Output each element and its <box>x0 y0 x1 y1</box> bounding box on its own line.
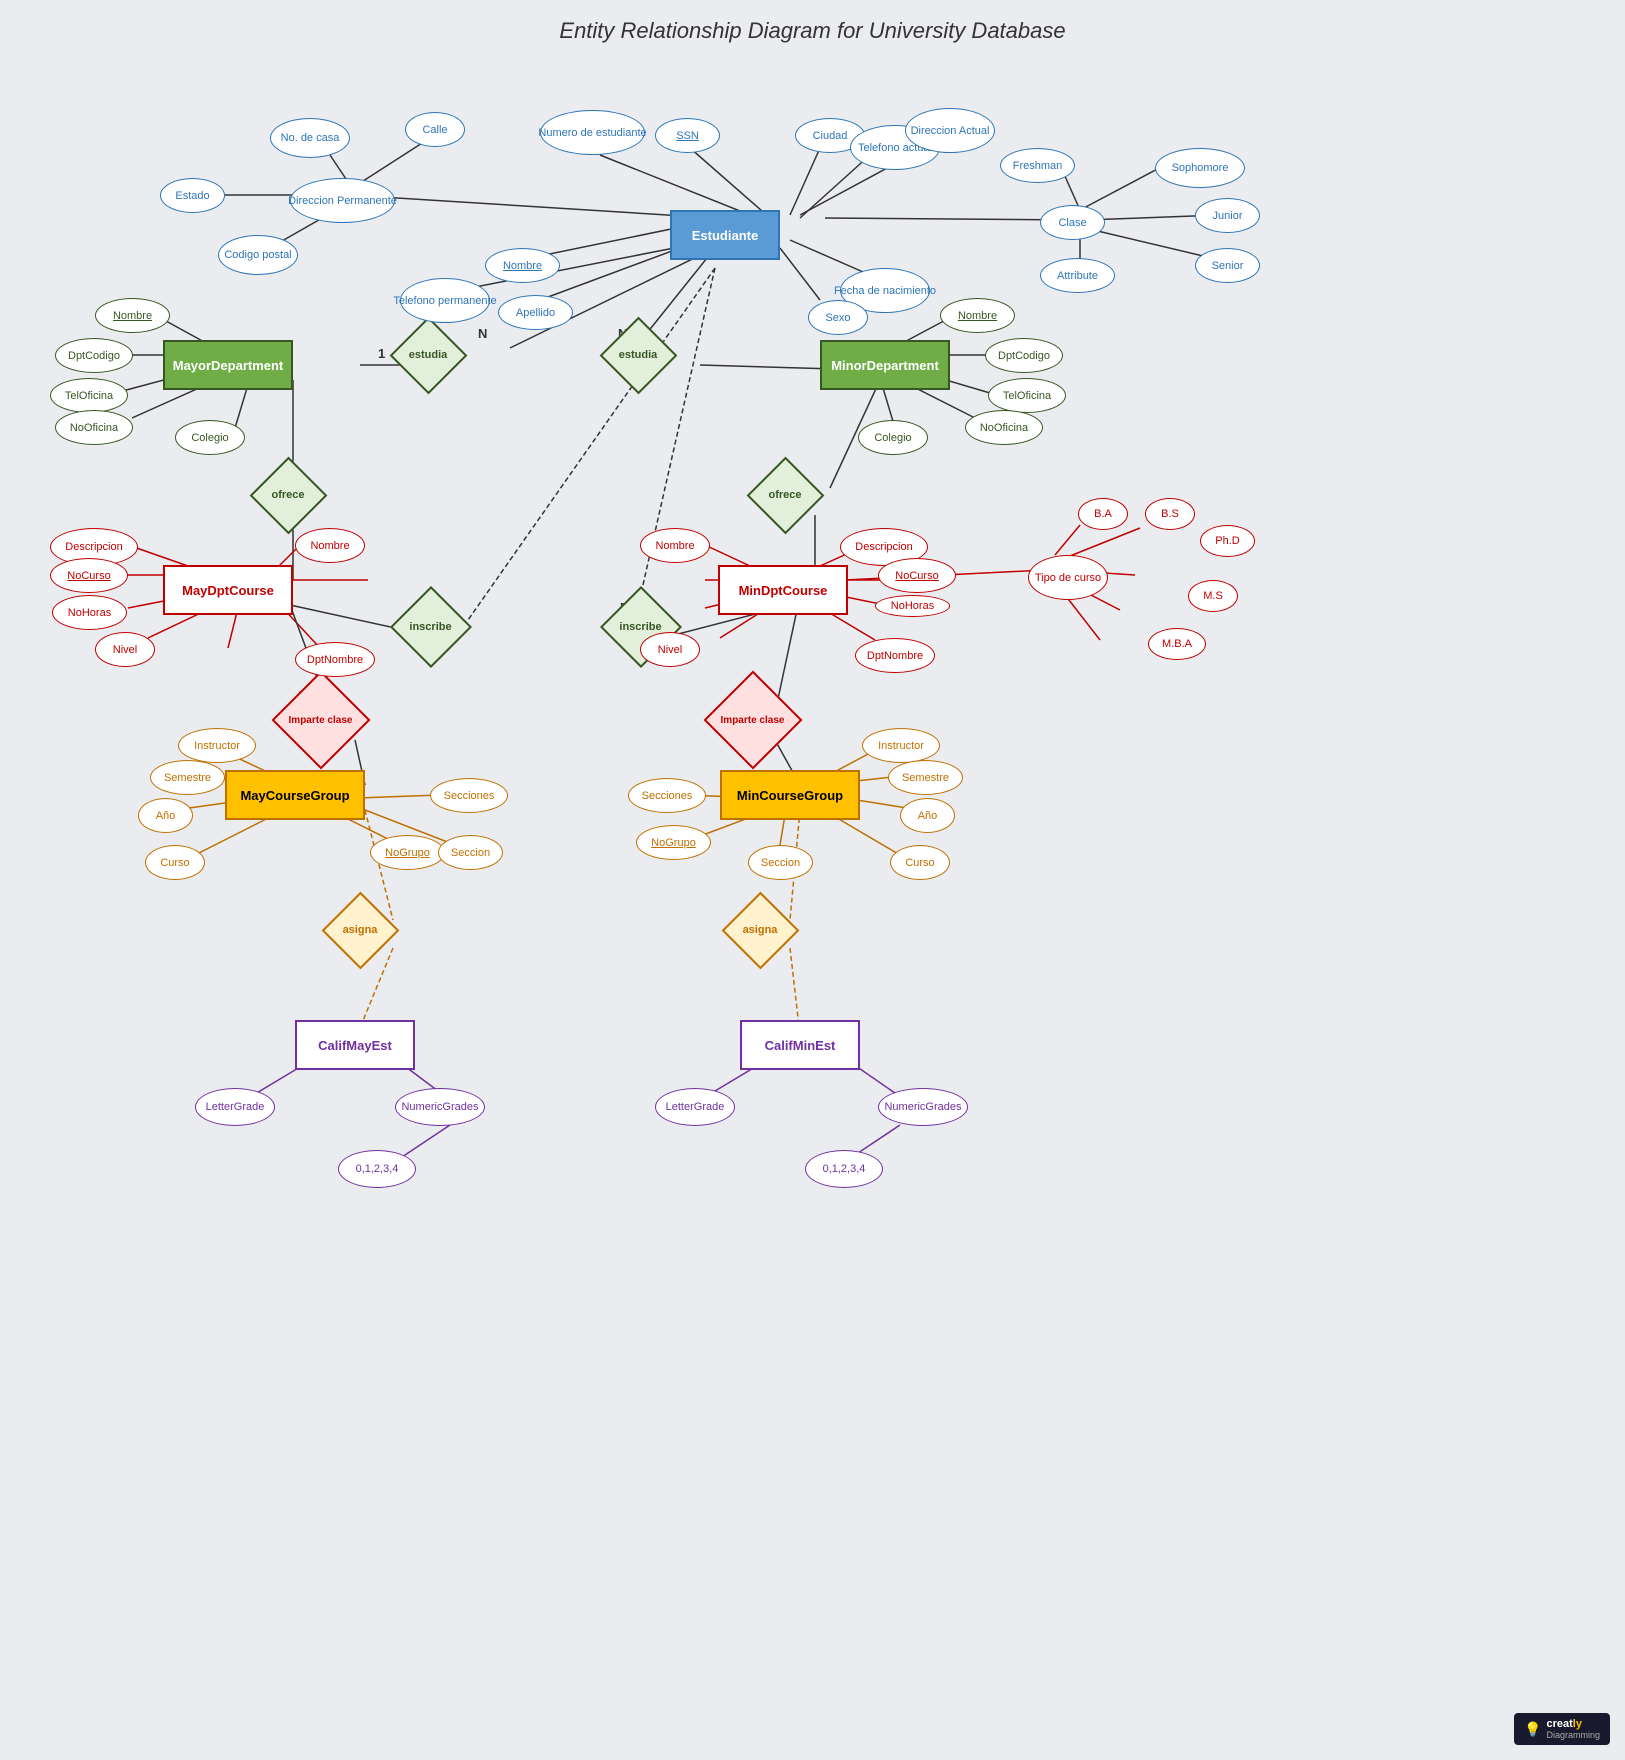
attr-min-dptnombre: DptNombre <box>855 638 935 673</box>
attr-minor-dptcodigo: DptCodigo <box>985 338 1063 373</box>
attr-ba: B.A <box>1078 498 1128 530</box>
entity-minor-department: MinorDepartment <box>820 340 950 390</box>
attr-min-numericgrades: NumericGrades <box>878 1088 968 1126</box>
diamond-estudia-2: estudia <box>598 330 678 380</box>
attr-min-curso: Curso <box>890 845 950 880</box>
attr-min-nohoras: NoHoras <box>875 595 950 617</box>
attr-ms: M.S <box>1188 580 1238 612</box>
attr-ssn: SSN <box>655 118 720 153</box>
attr-sophomore: Sophomore <box>1155 148 1245 188</box>
attr-may-nombre: Nombre <box>295 528 365 563</box>
entity-calif-min-est: CalifMinEst <box>740 1020 860 1070</box>
attr-min-secciones: Secciones <box>628 778 706 813</box>
attr-min-grades-values: 0,1,2,3,4 <box>805 1150 883 1188</box>
attr-may-nivel: Nivel <box>95 632 155 667</box>
attr-may-nohoras: NoHoras <box>52 595 127 630</box>
attr-may-semestre: Semestre <box>150 760 225 795</box>
svg-text:N: N <box>478 326 487 341</box>
attr-min-nocurso: NoCurso <box>878 558 956 593</box>
attr-mayor-nooficina: NoOficina <box>55 410 133 445</box>
attr-min-ano: Año <box>900 798 955 833</box>
attr-min-nombre: Nombre <box>640 528 710 563</box>
creately-logo: 💡 creatly Diagramming <box>1514 1713 1610 1745</box>
attr-minor-nooficina: NoOficina <box>965 410 1043 445</box>
attr-telefono-permanente: Telefono permanente <box>400 278 490 323</box>
attr-mayor-dptcodigo: DptCodigo <box>55 338 133 373</box>
attr-tipo-curso: Tipo de curso <box>1028 555 1108 600</box>
attr-junior: Junior <box>1195 198 1260 233</box>
entity-may-course-group: MayCourseGroup <box>225 770 365 820</box>
attr-direccion-permanente: Direccion Permanente <box>290 178 395 223</box>
attr-bs: B.S <box>1145 498 1195 530</box>
attr-may-seccion: Seccion <box>438 835 503 870</box>
entity-calif-may-est: CalifMayEst <box>295 1020 415 1070</box>
attr-may-ano: Año <box>138 798 193 833</box>
svg-text:1: 1 <box>378 346 385 361</box>
attr-numero-estudiante: Numero de estudiante <box>540 110 645 155</box>
attr-mayor-teloficina: TelOficina <box>50 378 128 413</box>
attr-codigo-postal: Codigo postal <box>218 235 298 275</box>
attr-may-nocurso: NoCurso <box>50 558 128 593</box>
logo-text: creatly <box>1546 1718 1600 1730</box>
entity-min-course-group: MinCourseGroup <box>720 770 860 820</box>
diamond-imparte-clase-1: Imparte clase <box>268 695 373 745</box>
attr-mba: M.B.A <box>1148 628 1206 660</box>
attr-estado: Estado <box>160 178 225 213</box>
attr-minor-teloficina: TelOficina <box>988 378 1066 413</box>
attr-freshman: Freshman <box>1000 148 1075 183</box>
entity-min-dpt-course: MinDptCourse <box>718 565 848 615</box>
diamond-estudia-1: estudia <box>388 330 468 380</box>
attr-may-nogrupo: NoGrupo <box>370 835 445 870</box>
entity-estudiante: Estudiante <box>670 210 780 260</box>
diamond-ofrece-2: ofrece <box>745 470 825 520</box>
diamond-ofrece-1: ofrece <box>248 470 328 520</box>
attr-may-instructor: Instructor <box>178 728 256 763</box>
diamond-asigna-1: asigna <box>320 905 400 955</box>
attr-may-numericgrades: NumericGrades <box>395 1088 485 1126</box>
logo-subtext: Diagramming <box>1546 1730 1600 1740</box>
diamond-asigna-2: asigna <box>720 905 800 955</box>
diamond-inscribe-1: inscribe <box>388 602 473 652</box>
attr-no-de-casa: No. de casa <box>270 118 350 158</box>
attr-apellido: Apellido <box>498 295 573 330</box>
diamond-imparte-clase-2: Imparte clase <box>700 695 805 745</box>
attr-may-grades-values: 0,1,2,3,4 <box>338 1150 416 1188</box>
attr-min-nivel: Nivel <box>640 632 700 667</box>
logo-bulb-icon: 💡 <box>1524 1721 1541 1738</box>
attr-mayor-colegio: Colegio <box>175 420 245 455</box>
attr-may-lettergrade: LetterGrade <box>195 1088 275 1126</box>
attr-minor-colegio: Colegio <box>858 420 928 455</box>
attr-sexo: Sexo <box>808 300 868 335</box>
attr-phd: Ph.D <box>1200 525 1255 557</box>
attr-nombre-blue: Nombre <box>485 248 560 283</box>
attr-min-lettergrade: LetterGrade <box>655 1088 735 1126</box>
attr-may-curso: Curso <box>145 845 205 880</box>
attr-clase: Clase <box>1040 205 1105 240</box>
attr-minor-nombre: Nombre <box>940 298 1015 333</box>
diagram-container: Entity Relationship Diagram for Universi… <box>0 0 1625 1760</box>
attr-direccion-actual: Direccion Actual <box>905 108 995 153</box>
attr-min-seccion: Seccion <box>748 845 813 880</box>
attr-min-instructor: Instructor <box>862 728 940 763</box>
attr-min-nogrupo: NoGrupo <box>636 825 711 860</box>
attr-may-secciones: Secciones <box>430 778 508 813</box>
attr-mayor-nombre: Nombre <box>95 298 170 333</box>
attr-may-dptnombre: DptNombre <box>295 642 375 677</box>
attr-min-semestre: Semestre <box>888 760 963 795</box>
attr-calle: Calle <box>405 112 465 147</box>
diagram-title: Entity Relationship Diagram for Universi… <box>559 18 1065 44</box>
attr-attribute: Attribute <box>1040 258 1115 293</box>
entity-mayor-department: MayorDepartment <box>163 340 293 390</box>
entity-may-dpt-course: MayDptCourse <box>163 565 293 615</box>
attr-senior: Senior <box>1195 248 1260 283</box>
